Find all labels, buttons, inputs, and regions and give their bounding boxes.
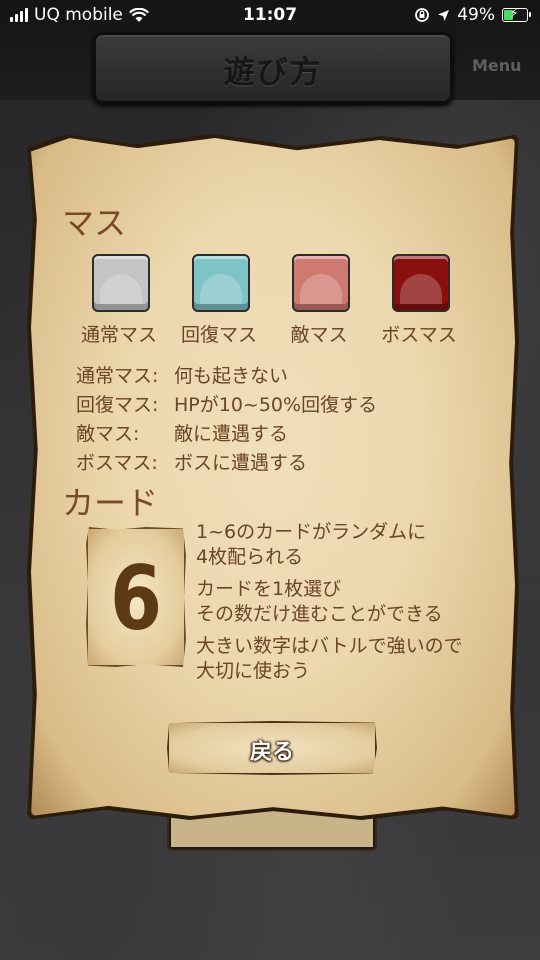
description-text: HPが10~50%回復する [174,394,378,416]
enemy-square-tile [292,254,350,312]
card-explanation-line: 大切に使おう [196,660,311,682]
normal-square-tile [92,254,150,312]
square-description: ボスマス: ボスに遭遇する [76,448,307,475]
title-plate: 遊び方 [93,32,453,104]
boss-square-tile [392,254,450,312]
example-card: 6 [86,527,186,667]
cards-heading: カード [62,484,159,522]
card-explanation-line: 1~6のカードがランダムに [196,521,427,543]
battery-icon: ⚡ [502,6,531,22]
square-description: 通常マス: 何も起きない [76,361,288,388]
recovery-square-label: 回復マス [180,324,257,346]
location-icon [438,9,450,21]
description-label: 敵マス: [76,423,140,445]
card-explanation-line: その数だけ進むことができる [196,603,443,625]
squares-heading: マス [62,204,127,242]
back-button[interactable]: 戻る [167,721,377,775]
boss-square-label: ボスマス [381,324,457,346]
menu-button[interactable]: Menu [472,56,522,75]
recovery-square-tile [192,254,250,312]
card-explanation-line: 大きい数字はバトルで強いので [196,635,463,657]
battery-percent: 49% [457,5,495,25]
card-explanation-line: 4枚配られる [196,546,304,568]
description-label: 回復マス: [76,394,159,416]
description-label: ボスマス: [76,452,158,474]
square-description: 回復マス: HPが10~50%回復する [76,390,377,417]
card-number: 6 [109,547,163,650]
description-text: ボスに遭遇する [174,452,308,474]
normal-square-label: 通常マス [80,324,157,346]
description-label: 通常マス: [76,365,159,387]
description-text: 敵に遭遇する [174,423,289,445]
square-description: 敵マス: 敵に遭遇する [76,419,288,446]
page-title: 遊び方 [223,55,323,91]
description-text: 何も起きない [174,365,289,387]
back-button-label: 戻る [249,740,294,765]
status-bar: UQ mobile 11:07 49% ⚡ [0,0,540,30]
status-right: 49% ⚡ [414,5,531,25]
card-explanation-line: カードを1枚選び [196,578,342,600]
enemy-square-label: 敵マス [290,324,348,346]
rotation-lock-icon [415,8,430,22]
